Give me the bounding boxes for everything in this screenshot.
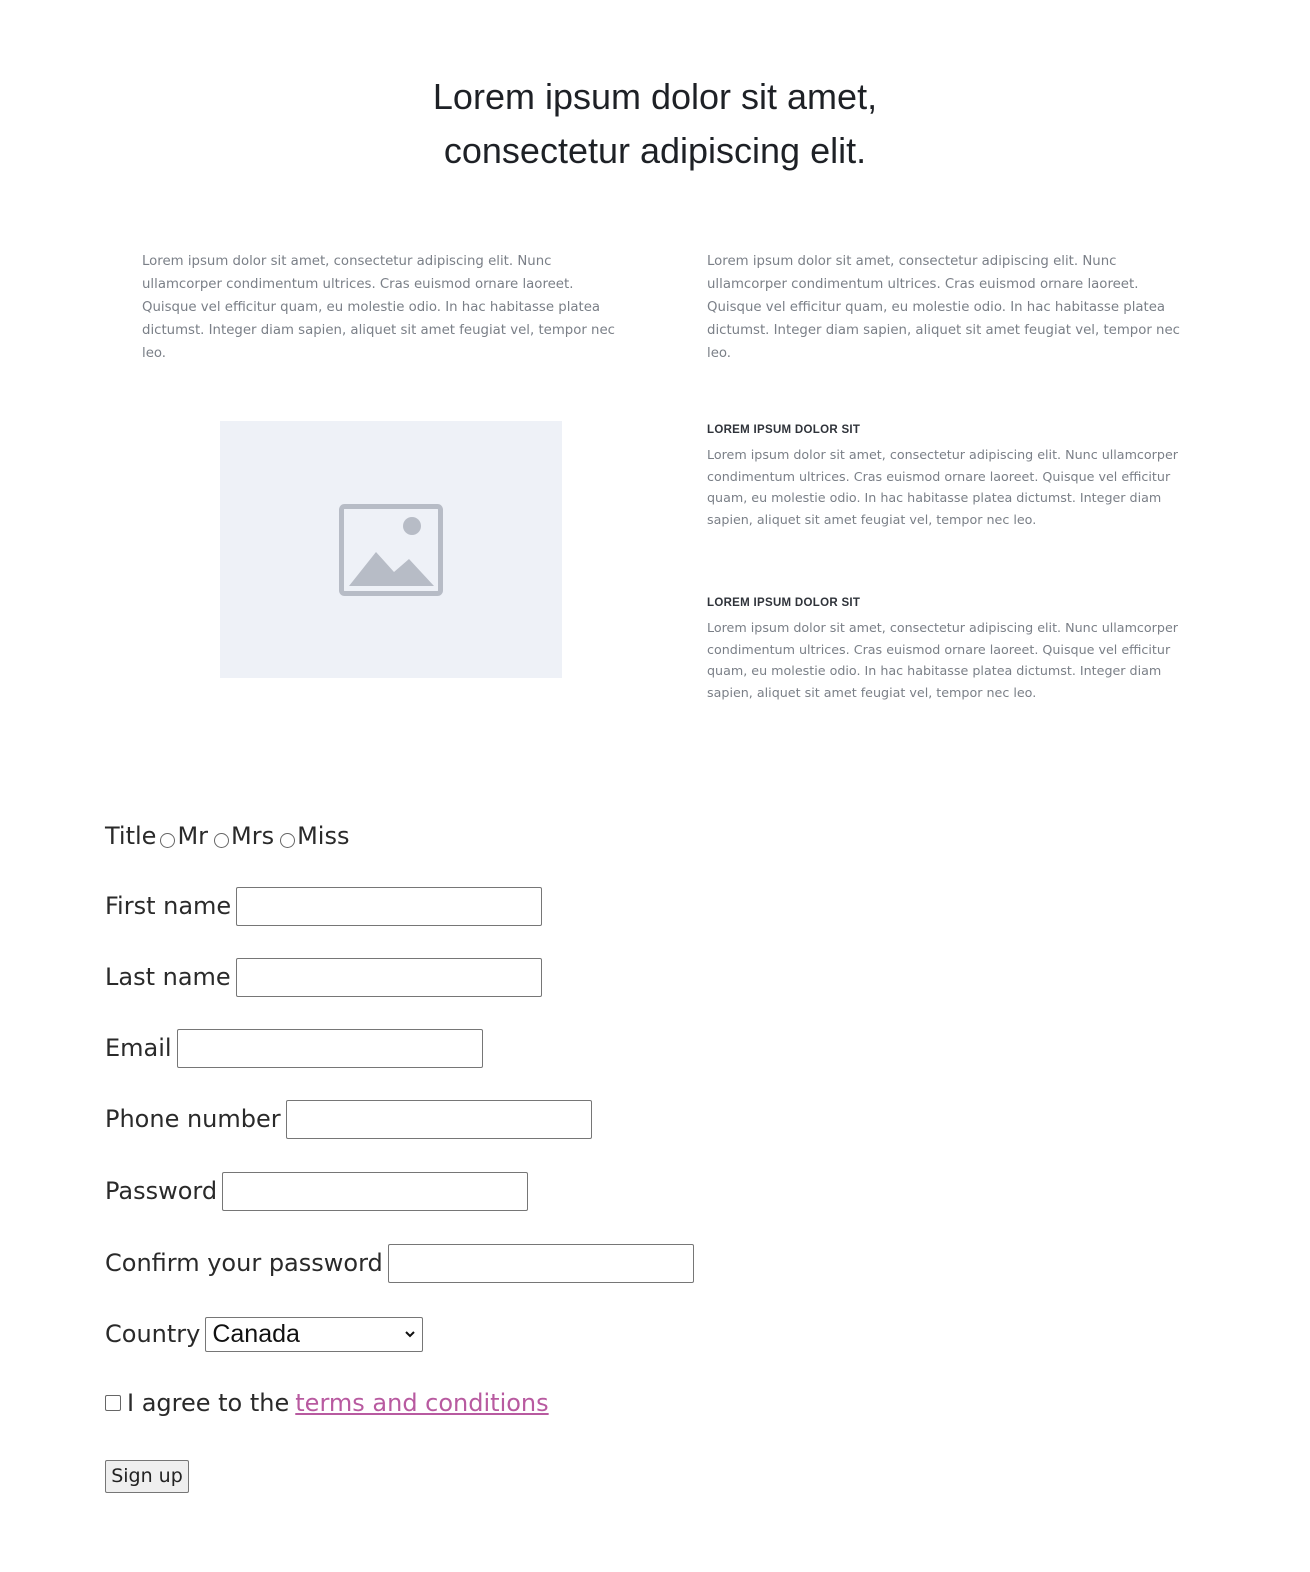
signup-row: Sign up bbox=[105, 1456, 189, 1496]
first-name-input[interactable] bbox=[236, 886, 543, 926]
hero-title: Lorem ipsum dolor sit amet, consectetur … bbox=[0, 70, 1310, 178]
signup-button[interactable]: Sign up bbox=[105, 1459, 189, 1493]
chevron-down-icon bbox=[405, 1331, 416, 1338]
feature-block: LOREM IPSUM DOLOR SIT Lorem ipsum dolor … bbox=[707, 422, 1197, 530]
last-name-label: Last name bbox=[105, 963, 231, 991]
password-row: Password bbox=[105, 1171, 529, 1211]
first-name-label: First name bbox=[105, 892, 232, 920]
phone-label: Phone number bbox=[105, 1105, 281, 1133]
radio-label-miss: Miss bbox=[297, 822, 350, 850]
image-placeholder-icon bbox=[339, 503, 443, 596]
radio-mr[interactable] bbox=[160, 832, 176, 848]
phone-row: Phone number bbox=[105, 1099, 592, 1139]
radio-label-mr: Mr bbox=[177, 822, 209, 850]
password-label: Password bbox=[105, 1177, 218, 1205]
hero-title-line-2: consectetur adipiscing elit. bbox=[443, 130, 867, 171]
intro-paragraph-left: Lorem ipsum dolor sit amet, consectetur … bbox=[142, 254, 615, 361]
intro-paragraph-right: Lorem ipsum dolor sit amet, consectetur … bbox=[707, 254, 1180, 361]
terms-row: I agree to the terms and conditions bbox=[105, 1383, 549, 1423]
terms-checkbox[interactable] bbox=[105, 1395, 121, 1411]
feature-heading: LOREM IPSUM DOLOR SIT bbox=[707, 424, 861, 436]
confirm-password-row: Confirm your password bbox=[105, 1243, 694, 1283]
radio-label-mrs: Mrs bbox=[231, 822, 275, 850]
feature-text: Lorem ipsum dolor sit amet, consectetur … bbox=[707, 447, 1178, 527]
last-name-input[interactable] bbox=[235, 957, 542, 997]
country-selected-value: Canada bbox=[212, 1319, 300, 1348]
feature-block: LOREM IPSUM DOLOR SIT Lorem ipsum dolor … bbox=[707, 595, 1197, 703]
last-name-row: Last name bbox=[105, 957, 542, 997]
image-placeholder bbox=[220, 421, 562, 678]
feature-text: Lorem ipsum dolor sit amet, consectetur … bbox=[707, 620, 1178, 700]
terms-link[interactable]: terms and conditions bbox=[295, 1389, 548, 1417]
title-row: Title Mr Mrs Miss bbox=[105, 816, 351, 856]
email-label: Email bbox=[105, 1034, 172, 1062]
email-input[interactable] bbox=[176, 1028, 483, 1068]
agree-text: I agree to the bbox=[127, 1389, 290, 1417]
feature-heading: LOREM IPSUM DOLOR SIT bbox=[707, 597, 861, 609]
confirm-password-label: Confirm your password bbox=[105, 1249, 383, 1277]
phone-input[interactable] bbox=[285, 1099, 592, 1139]
hero-title-line-1: Lorem ipsum dolor sit amet, bbox=[432, 76, 878, 117]
confirm-password-input[interactable] bbox=[387, 1243, 694, 1283]
country-row: Country Canada bbox=[105, 1314, 424, 1354]
country-label: Country bbox=[105, 1320, 201, 1348]
country-select[interactable]: Canada bbox=[205, 1316, 424, 1352]
password-input[interactable] bbox=[222, 1171, 529, 1211]
radio-mrs[interactable] bbox=[214, 832, 230, 848]
radio-miss[interactable] bbox=[280, 832, 296, 848]
first-name-row: First name bbox=[105, 886, 543, 926]
email-row: Email bbox=[105, 1028, 483, 1068]
title-label: Title bbox=[105, 822, 157, 850]
